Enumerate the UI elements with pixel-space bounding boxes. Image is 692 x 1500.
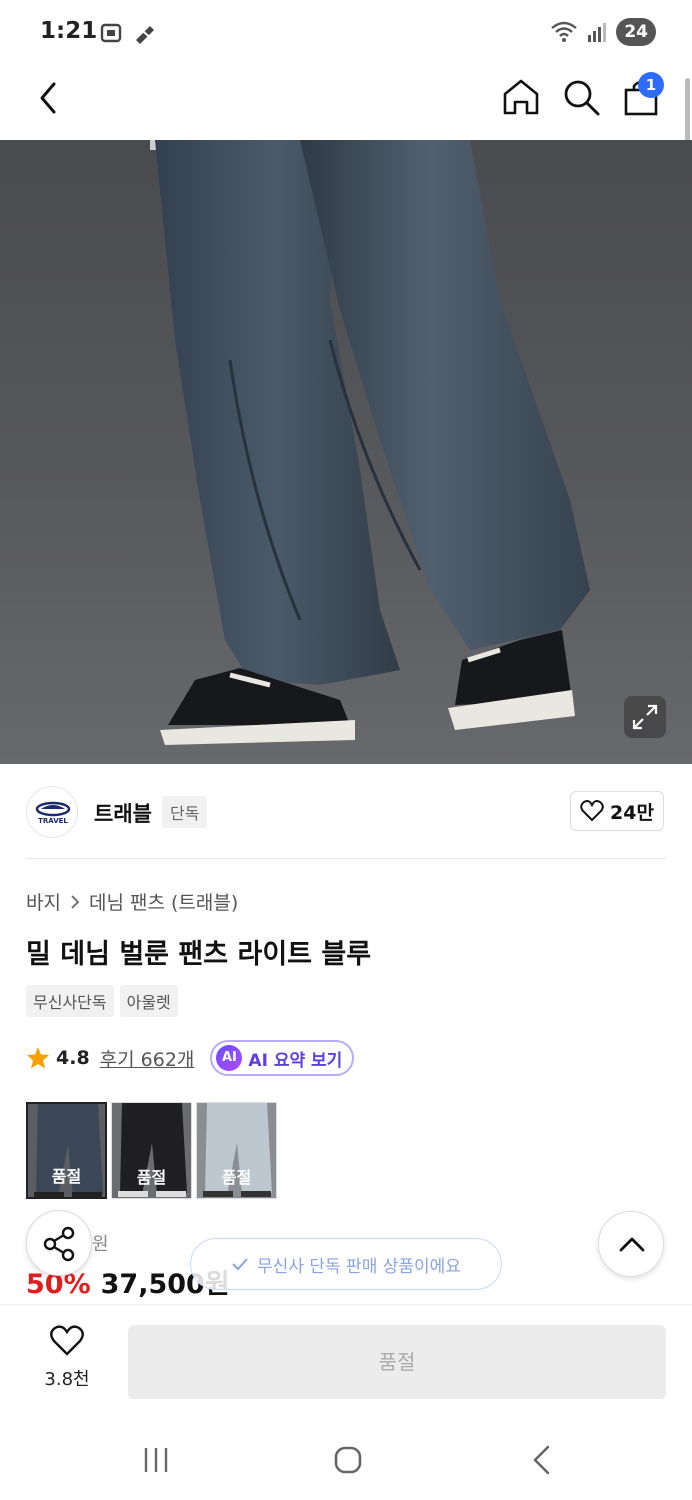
product-tag: 아울렛 bbox=[119, 985, 178, 1017]
brand-name[interactable]: 트래블 bbox=[94, 798, 152, 828]
top-nav bbox=[0, 66, 692, 140]
chevron-up-icon bbox=[619, 1237, 645, 1252]
search-icon[interactable] bbox=[560, 76, 602, 118]
soldout-label: 품절 bbox=[51, 1167, 82, 1186]
share-button[interactable] bbox=[26, 1210, 92, 1276]
ai-summary-label: AI 요약 보기 bbox=[248, 1050, 343, 1071]
variant-thumbnails: 품절 품절 품절 bbox=[26, 1102, 277, 1199]
status-right: 24 bbox=[550, 18, 656, 46]
wishlist-button[interactable]: 3.8천 bbox=[30, 1325, 104, 1395]
breadcrumb: 바지 데님 팬츠 (트래블) bbox=[26, 888, 238, 915]
soldout-label: 품절 bbox=[136, 1168, 167, 1187]
brand-logo[interactable]: TRAVEL bbox=[26, 786, 78, 838]
home-button-icon[interactable] bbox=[334, 1446, 362, 1474]
screenshot-icon bbox=[100, 23, 122, 43]
product-tags: 무신사단독 아울렛 bbox=[26, 985, 178, 1017]
variant-thumbnail[interactable]: 품절 bbox=[196, 1102, 277, 1199]
star-icon bbox=[27, 1047, 49, 1069]
cart-badge: 1 bbox=[638, 72, 664, 98]
share-icon bbox=[43, 1226, 75, 1262]
wifi-icon bbox=[551, 21, 578, 42]
rating-value: 4.8 bbox=[56, 1047, 90, 1069]
rating-row: 4.8 후기 662개 AI AI 요약 보기 bbox=[26, 1040, 355, 1076]
svg-text:TRAVEL: TRAVEL bbox=[38, 817, 68, 825]
exclusive-toast-text: 무신사 단독 판매 상품이에요 bbox=[257, 1256, 461, 1277]
ai-icon: AI bbox=[216, 1045, 243, 1071]
recent-apps-icon[interactable] bbox=[142, 1446, 170, 1474]
soldout-label: 품절 bbox=[221, 1168, 252, 1187]
brand-exclusive-tag: 단독 bbox=[162, 796, 208, 828]
original-price: 원 bbox=[92, 1234, 109, 1255]
product-tag: 무신사단독 bbox=[26, 985, 114, 1017]
variant-thumbnail[interactable]: 품절 bbox=[111, 1102, 192, 1199]
product-photo bbox=[150, 140, 590, 745]
expand-image-button[interactable] bbox=[624, 696, 666, 738]
wishlist-count: 3.8천 bbox=[44, 1369, 90, 1390]
brand-like-count: 24만 bbox=[610, 801, 654, 824]
status-icons-left bbox=[98, 20, 158, 46]
bottom-bar: 3.8천 품절 bbox=[0, 1304, 692, 1420]
divider bbox=[26, 858, 666, 859]
status-bar: 1:21 24 bbox=[0, 0, 692, 66]
system-nav-bar bbox=[0, 1420, 692, 1500]
brand-row[interactable]: TRAVEL 트래블 단독 24만 bbox=[26, 786, 666, 838]
breadcrumb-item[interactable]: 데님 팬츠 (트래블) bbox=[89, 888, 238, 915]
expand-icon bbox=[632, 704, 658, 730]
product-image[interactable] bbox=[0, 140, 692, 764]
check-icon bbox=[232, 1258, 248, 1271]
scroll-top-button[interactable] bbox=[598, 1211, 664, 1277]
battery-indicator: 24 bbox=[616, 18, 656, 46]
status-time: 1:21 bbox=[40, 18, 98, 44]
brand-logo-mark: TRAVEL bbox=[35, 801, 71, 825]
product-title: 밀 데님 벌룬 팬츠 라이트 블루 bbox=[26, 939, 372, 970]
chevron-right-icon bbox=[71, 894, 80, 909]
ai-summary-button[interactable]: AI AI 요약 보기 bbox=[210, 1040, 355, 1076]
breadcrumb-item[interactable]: 바지 bbox=[26, 888, 61, 915]
exclusive-toast: 무신사 단독 판매 상품이에요 bbox=[190, 1238, 502, 1290]
review-link[interactable]: 후기 662개 bbox=[100, 1045, 195, 1072]
back-icon[interactable] bbox=[30, 78, 70, 118]
signal-icon bbox=[588, 23, 607, 42]
heart-icon bbox=[50, 1325, 84, 1356]
system-back-icon[interactable] bbox=[530, 1444, 554, 1476]
home-icon[interactable] bbox=[500, 76, 542, 118]
heart-icon bbox=[580, 800, 604, 822]
variant-thumbnail[interactable]: 품절 bbox=[26, 1102, 107, 1199]
data-saver-icon bbox=[134, 23, 156, 44]
buy-button[interactable]: 품절 bbox=[128, 1325, 666, 1399]
brand-like-button[interactable]: 24만 bbox=[570, 791, 664, 831]
